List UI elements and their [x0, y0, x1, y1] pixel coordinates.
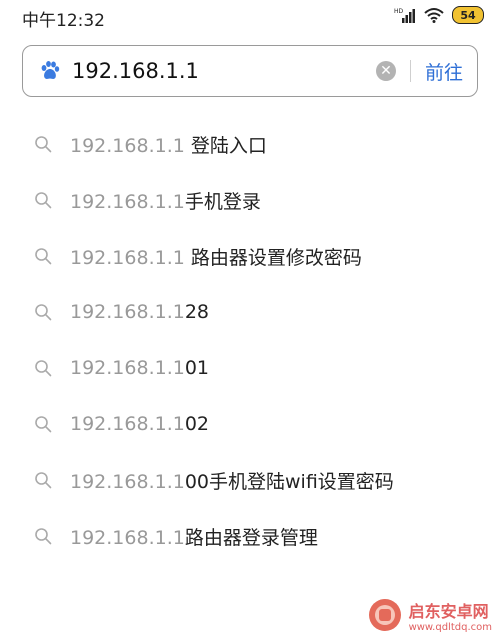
signal-icon: HD [394, 8, 415, 23]
search-divider [409, 60, 411, 82]
suggestion-text: 192.168.1.101 [70, 357, 209, 379]
search-icon [35, 416, 52, 433]
suggestion-suffix: 手机登录 [184, 190, 261, 213]
suggestion-item[interactable]: 192.168.1.102 [0, 396, 500, 452]
suggestion-suffix: 路由器登录管理 [184, 526, 318, 549]
suggestion-prefix: 192.168.1.1 [70, 413, 185, 435]
search-input[interactable] [72, 59, 376, 83]
watermark-name: 启东安卓网 [408, 601, 489, 621]
suggestion-item[interactable]: 192.168.1.1 登陆入口 [0, 116, 500, 172]
suggestion-text: 192.168.1.1路由器登录管理 [70, 523, 318, 550]
suggestion-prefix: 192.168.1.1 [70, 526, 185, 549]
watermark-text: 启东安卓网 www.qdltdq.com [409, 598, 492, 633]
watermark-logo-icon [368, 599, 401, 631]
baidu-paw-icon [41, 61, 60, 79]
suggestion-suffix: 28 [184, 301, 210, 323]
watermark: 启东安卓网 www.qdltdq.com [367, 597, 492, 633]
suggestion-list: 192.168.1.1 登陆入口 192.168.1.1手机登录 192.168… [0, 116, 500, 564]
suggestion-prefix: 192.168.1.1 [70, 301, 185, 323]
watermark-url: www.qdltdq.com [408, 621, 492, 633]
suggestion-item[interactable]: 192.168.1.100手机登陆wifi设置密码 [0, 452, 500, 508]
svg-text:HD: HD [394, 8, 404, 15]
suggestion-suffix: 路由器设置修改密码 [184, 246, 362, 269]
search-icon [35, 528, 52, 545]
suggestion-item[interactable]: 192.168.1.128 [0, 284, 500, 340]
suggestion-prefix: 192.168.1.1 [70, 246, 185, 269]
suggestion-prefix: 192.168.1.1 [70, 470, 185, 493]
search-icon [35, 472, 52, 489]
search-icon [35, 304, 52, 321]
suggestion-prefix: 192.168.1.1 [70, 190, 185, 213]
suggestion-text: 192.168.1.1 登陆入口 [70, 131, 267, 158]
suggestion-prefix: 192.168.1.1 [70, 357, 185, 379]
status-bar: 中午12:32 HD 54 [0, 0, 500, 34]
suggestion-suffix: 01 [184, 357, 210, 379]
suggestion-suffix: 00手机登陆wifi设置密码 [184, 470, 394, 493]
suggestion-item[interactable]: 192.168.1.1路由器登录管理 [0, 508, 500, 564]
suggestion-text: 192.168.1.128 [70, 301, 209, 323]
suggestion-text: 192.168.1.102 [70, 413, 209, 435]
suggestion-prefix: 192.168.1.1 [70, 134, 185, 157]
search-bar[interactable]: ✕ 前往 [22, 45, 478, 97]
search-icon [35, 360, 52, 377]
search-icon [35, 136, 52, 153]
suggestion-suffix: 02 [184, 413, 210, 435]
suggestion-item[interactable]: 192.168.1.1 路由器设置修改密码 [0, 228, 500, 284]
wifi-icon [424, 8, 444, 23]
go-button[interactable]: 前往 [425, 58, 463, 85]
suggestion-item[interactable]: 192.168.1.1手机登录 [0, 172, 500, 228]
search-icon [35, 192, 52, 209]
status-icons: HD 54 [394, 6, 484, 24]
status-time: 中午12:32 [22, 11, 105, 31]
suggestion-text: 192.168.1.1 路由器设置修改密码 [70, 243, 362, 270]
search-icon [35, 248, 52, 265]
suggestion-text: 192.168.1.1手机登录 [70, 187, 261, 214]
battery-level: 54 [460, 8, 476, 22]
battery-indicator: 54 [452, 6, 484, 24]
suggestion-suffix: 登陆入口 [184, 134, 267, 157]
clear-button[interactable]: ✕ [375, 61, 396, 81]
suggestion-text: 192.168.1.100手机登陆wifi设置密码 [70, 467, 394, 494]
close-icon: ✕ [380, 63, 392, 79]
suggestion-item[interactable]: 192.168.1.101 [0, 340, 500, 396]
